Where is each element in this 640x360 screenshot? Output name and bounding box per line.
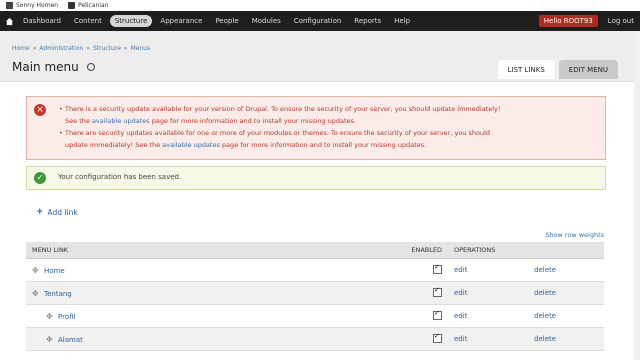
shortcut-label: Sonny Homen	[16, 2, 59, 9]
toolbar-appearance[interactable]: Appearance	[155, 15, 207, 27]
error-text: page for more information and to install…	[151, 117, 356, 125]
toolbar-structure[interactable]: Structure	[109, 15, 153, 27]
error-item: There is a security update available for…	[59, 103, 599, 127]
drag-handle-icon[interactable]: ✥	[32, 266, 40, 275]
toolbar-modules[interactable]: Modules	[247, 15, 286, 27]
error-text: page for more information and to install…	[221, 141, 427, 149]
table-row: ✥ Alamat edit delete	[26, 327, 604, 351]
menu-links-table: MENU LINK ENABLED OPERATIONS ✥ Home edit …	[26, 242, 604, 351]
breadcrumb-administration[interactable]: Administration	[39, 45, 83, 52]
shortcut-star-icon[interactable]	[86, 63, 95, 71]
tab-edit-menu[interactable]: EDIT MENU	[558, 60, 618, 79]
header-menu-link: MENU LINK	[26, 242, 396, 259]
show-row-weights-link[interactable]: Show row weights	[545, 231, 604, 239]
shortcut-item[interactable]: Pelicanian	[68, 2, 108, 9]
edit-link[interactable]: edit	[454, 289, 467, 297]
tab-bar: LIST LINKS EDIT MENU	[497, 60, 618, 79]
shortcut-label: Pelicanian	[78, 2, 109, 9]
home-icon[interactable]	[0, 11, 18, 31]
header-enabled: ENABLED	[396, 242, 448, 259]
error-text: See the	[65, 117, 90, 125]
menu-link-home[interactable]: Home	[44, 267, 65, 275]
toolbar-people[interactable]: People	[210, 15, 243, 27]
table-row: ✥ Profil edit delete	[26, 304, 604, 328]
status-text: Your configuration has been saved.	[58, 173, 182, 181]
shortcut-item[interactable]: Sonny Homen	[6, 2, 58, 9]
enabled-checkbox[interactable]	[433, 263, 442, 274]
page-title: Main menu	[12, 60, 79, 74]
header-operations: OPERATIONS	[448, 242, 604, 259]
status-message: ✓ Your configuration has been saved.	[26, 166, 606, 190]
drag-handle-icon[interactable]: ✥	[46, 312, 54, 321]
breadcrumb-home[interactable]: Home	[12, 45, 30, 52]
edit-link[interactable]: edit	[454, 312, 467, 320]
error-text: There are security updates available for…	[65, 129, 491, 137]
error-message: × There is a security update available f…	[26, 96, 606, 160]
delete-link[interactable]: delete	[534, 312, 556, 320]
enabled-checkbox[interactable]	[433, 286, 442, 297]
available-updates-link[interactable]: available updates	[92, 117, 150, 125]
menu-link-tentang[interactable]: Tentang	[44, 290, 72, 298]
error-text: update immediately! See the	[65, 141, 161, 149]
add-link-label: Add link	[47, 207, 78, 217]
vertical-scrollbar[interactable]	[634, 31, 640, 360]
breadcrumb-separator: »	[32, 45, 37, 52]
user-icon	[6, 2, 13, 9]
menu-link-profil[interactable]: Profil	[58, 313, 75, 321]
delete-link[interactable]: delete	[534, 289, 556, 297]
breadcrumb-separator: »	[123, 45, 128, 52]
toolbar-dashboard[interactable]: Dashboard	[18, 15, 66, 27]
edit-link[interactable]: edit	[454, 335, 467, 343]
delete-link[interactable]: delete	[534, 335, 556, 343]
toolbar-content[interactable]: Content	[69, 15, 107, 27]
error-text: There is a security update available for…	[65, 105, 501, 113]
table-header: MENU LINK ENABLED OPERATIONS	[26, 242, 604, 259]
drag-handle-icon[interactable]: ✥	[32, 289, 40, 298]
toolbar-configuration[interactable]: Configuration	[289, 15, 346, 27]
drag-handle-icon[interactable]: ✥	[46, 335, 54, 344]
breadcrumb-separator: »	[86, 45, 90, 52]
delete-link[interactable]: delete	[534, 266, 556, 274]
toolbar-help[interactable]: Help	[389, 15, 415, 27]
page-header: Home» Administration» Structure» Menus M…	[0, 31, 640, 82]
enabled-checkbox[interactable]	[433, 332, 442, 343]
admin-toolbar: Dashboard Content Structure Appearance P…	[0, 11, 640, 31]
breadcrumb: Home» Administration» Structure» Menus	[12, 45, 150, 52]
tab-list-links[interactable]: LIST LINKS	[497, 60, 555, 79]
plus-icon: +	[36, 207, 44, 217]
breadcrumb-structure[interactable]: Structure	[93, 45, 121, 52]
window-icon	[68, 2, 76, 9]
user-greeting[interactable]: Hello ROOT93	[538, 15, 598, 27]
check-icon: ✓	[34, 172, 46, 184]
error-item: There are security updates available for…	[59, 127, 599, 151]
table-row: ✥ Tentang edit delete	[26, 281, 604, 305]
menu-link-alamat[interactable]: Alamat	[58, 336, 83, 344]
edit-link[interactable]: edit	[454, 266, 467, 274]
available-updates-link[interactable]: available updates	[162, 141, 220, 149]
logout-link[interactable]: Log out	[608, 17, 634, 25]
table-row: ✥ Home edit delete	[26, 258, 604, 282]
breadcrumb-menus[interactable]: Menus	[131, 45, 151, 52]
toolbar-reports[interactable]: Reports	[349, 15, 386, 27]
add-link-button[interactable]: + Add link	[36, 207, 78, 217]
error-icon: ×	[34, 104, 46, 116]
enabled-checkbox[interactable]	[433, 309, 442, 320]
